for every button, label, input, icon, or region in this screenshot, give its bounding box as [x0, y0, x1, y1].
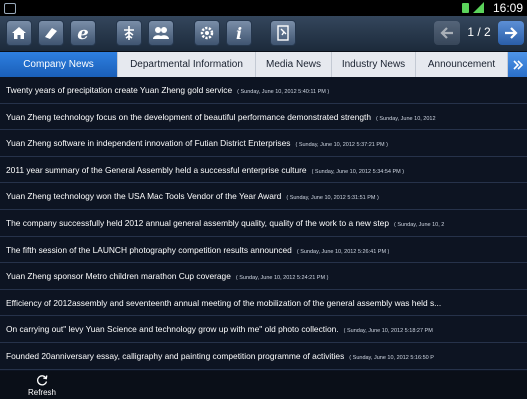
battery-icon: [462, 3, 469, 13]
tab-media-news[interactable]: Media News: [256, 52, 332, 77]
news-date: ( Sunday, June 10, 2012 5:37:21 PM ): [295, 142, 388, 149]
news-title: Founded 20anniversary essay, calligraphy…: [6, 351, 345, 361]
news-date: ( Sunday, June 10, 2012 5:24:21 PM ): [235, 275, 329, 282]
people-icon[interactable]: [148, 20, 174, 46]
tab-company-news[interactable]: Company News: [0, 52, 118, 77]
refresh-label: Refresh: [27, 388, 56, 397]
news-item[interactable]: The company successfully held 2012 annua…: [0, 210, 527, 237]
news-item[interactable]: Efficiency of 2012assembly and seventeen…: [0, 290, 527, 317]
news-date: ( Sunday, June 10, 2012 5:34:54 PM ): [311, 168, 405, 175]
news-title: Twenty years of precipitation create Yua…: [6, 85, 233, 95]
news-item[interactable]: Founded 20anniversary essay, calligraphy…: [0, 343, 527, 370]
next-page-button[interactable]: [498, 21, 524, 45]
notification-icon: [4, 3, 16, 14]
news-title: On carrying out" levy Yuan Science and t…: [6, 324, 339, 335]
news-item[interactable]: Twenty years of precipitation create Yua…: [0, 77, 527, 104]
toolbar: e i 1 / 2: [0, 16, 527, 52]
news-title: Yuan Zheng software in independent innov…: [6, 138, 291, 149]
status-bar: 16:09: [0, 0, 527, 16]
double-chevron-right-icon[interactable]: [508, 52, 527, 77]
browser-e-icon[interactable]: e: [70, 20, 96, 46]
news-date: ( Sunday, June 10, 2012 5:40:11 PM ): [237, 89, 330, 95]
news-item[interactable]: Yuan Zheng technology focus on the devel…: [0, 104, 527, 131]
home-icon[interactable]: [6, 20, 32, 46]
news-title: Yuan Zheng technology won the USA Mac To…: [6, 191, 282, 202]
tab-departmental-information[interactable]: Departmental Information: [118, 52, 256, 77]
news-date: ( Sunday, June 10, 2012 5:16:50 P: [349, 355, 434, 361]
news-date: ( Sunday, June 10, 2012: [376, 115, 436, 122]
news-title: Yuan Zheng technology focus on the devel…: [6, 111, 372, 122]
refresh-button[interactable]: Refresh: [24, 373, 60, 399]
news-item[interactable]: Yuan Zheng technology won the USA Mac To…: [0, 183, 527, 210]
tab-announcement[interactable]: Announcement: [416, 52, 508, 77]
gear-icon[interactable]: [194, 20, 220, 46]
refresh-icon: [37, 375, 48, 386]
exit-icon[interactable]: [270, 20, 296, 46]
tab-industry-news[interactable]: Industry News: [332, 52, 416, 77]
news-title: Yuan Zheng sponsor Metro children marath…: [6, 271, 231, 282]
signal-icon: [473, 2, 484, 13]
page-indicator: 1 / 2: [467, 25, 491, 39]
bookmark-icon[interactable]: [38, 20, 64, 46]
news-title: The fifth session of the LAUNCH photogra…: [6, 244, 292, 255]
news-date: ( Sunday, June 10, 2012 5:18:27 PM: [343, 328, 433, 335]
news-list: Twenty years of precipitation create Yua…: [0, 77, 527, 371]
clock: 16:09: [492, 1, 523, 15]
news-item[interactable]: The fifth session of the LAUNCH photogra…: [0, 237, 527, 264]
prev-page-button[interactable]: [434, 21, 460, 45]
logo-icon[interactable]: [116, 20, 142, 46]
news-date: ( Sunday, June 10, 2012 5:31:51 PM ): [286, 195, 379, 202]
news-date: ( Sunday, June 10, 2: [393, 222, 445, 228]
tab-bar: Company News Departmental Information Me…: [0, 52, 527, 77]
news-date: ( Sunday, June 10, 2012 5:26:41 PM ): [296, 248, 390, 255]
browser-e-glyph: e: [77, 22, 89, 44]
news-item[interactable]: On carrying out" levy Yuan Science and t…: [0, 316, 527, 343]
news-title: 2011 year summary of the General Assembl…: [6, 164, 307, 175]
bottom-bar: Refresh: [0, 371, 527, 399]
news-item[interactable]: Yuan Zheng sponsor Metro children marath…: [0, 263, 527, 290]
news-title: Efficiency of 2012assembly and seventeen…: [6, 297, 442, 308]
info-glyph: i: [235, 23, 243, 43]
news-title: The company successfully held 2012 annua…: [6, 218, 389, 228]
pager: 1 / 2: [434, 21, 526, 45]
news-item[interactable]: 2011 year summary of the General Assembl…: [0, 157, 527, 184]
news-item[interactable]: Yuan Zheng software in independent innov…: [0, 130, 527, 157]
info-icon[interactable]: i: [226, 20, 252, 46]
